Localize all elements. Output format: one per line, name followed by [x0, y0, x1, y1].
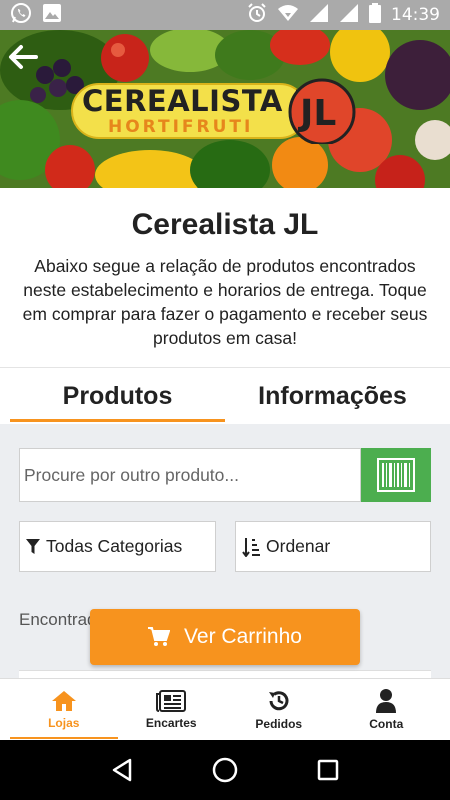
status-time: 14:39	[391, 5, 440, 25]
search-input[interactable]	[19, 448, 361, 502]
logo-badge: JL	[297, 93, 336, 134]
bottom-nav: Lojas Encartes Pedidos Conta	[0, 678, 450, 740]
home-icon	[51, 690, 76, 711]
nav-pedidos-label: Pedidos	[255, 716, 303, 731]
filter-icon	[26, 538, 40, 554]
nav-conta-label: Conta	[369, 716, 404, 731]
back-button[interactable]	[6, 42, 40, 72]
status-bar: 14:39	[0, 0, 450, 30]
view-cart-label: Ver Carrinho	[184, 625, 302, 648]
store-name: Cerealista JL	[131, 208, 319, 241]
category-filter-label: Todas Categorias	[46, 536, 183, 556]
search-row	[19, 448, 431, 502]
store-description: Abaixo segue a relação de produtos encon…	[22, 256, 428, 348]
barcode-scan-button[interactable]	[361, 448, 431, 502]
cart-icon	[148, 627, 171, 646]
nav-encartes[interactable]: Encartes	[118, 679, 226, 740]
nav-lojas[interactable]: Lojas	[10, 679, 118, 740]
square-recents-icon	[318, 759, 339, 781]
nav-pedidos[interactable]: Pedidos	[225, 679, 333, 740]
system-recents-button[interactable]	[308, 750, 348, 790]
sort-button[interactable]: Ordenar	[235, 521, 431, 572]
store-info: Cerealista JL Abaixo segue a relação de …	[0, 188, 450, 368]
logo-line2: HORTIFRUTI	[108, 117, 253, 137]
whatsapp-icon	[10, 2, 32, 29]
history-icon	[268, 690, 289, 710]
battery-icon	[369, 2, 381, 28]
circle-home-icon	[212, 757, 238, 783]
store-logo: CEREALISTA E HORTIFRUTI JL	[71, 78, 356, 144]
tab-bar: Produtos Informações	[0, 368, 450, 424]
view-cart-button[interactable]: Ver Carrinho	[90, 609, 360, 665]
nav-encartes-label: Encartes	[145, 715, 197, 730]
logo-line1: CEREALISTA E	[82, 84, 314, 118]
newspaper-icon	[156, 689, 187, 712]
image-icon	[42, 3, 62, 28]
system-home-button[interactable]	[205, 750, 245, 790]
barcode-icon	[377, 458, 415, 492]
tab-informacoes[interactable]: Informações	[225, 368, 440, 424]
triangle-back-icon	[112, 758, 131, 782]
user-icon	[376, 688, 397, 713]
sort-label: Ordenar	[266, 536, 331, 556]
nav-lojas-label: Lojas	[48, 715, 80, 730]
status-left	[10, 2, 62, 29]
back-arrow-icon	[9, 45, 38, 69]
system-nav-bar	[0, 740, 450, 800]
nav-conta[interactable]: Conta	[333, 679, 441, 740]
status-right: 14:39	[247, 2, 440, 28]
tab-produtos[interactable]: Produtos	[10, 368, 225, 424]
signal-icon	[309, 3, 329, 28]
wifi-icon	[277, 4, 299, 27]
alarm-icon	[247, 2, 267, 28]
system-back-button[interactable]	[102, 750, 142, 790]
sort-icon	[242, 537, 260, 557]
product-list-card	[19, 670, 431, 678]
category-filter-button[interactable]: Todas Categorias	[19, 521, 216, 572]
store-banner: CEREALISTA E HORTIFRUTI JL	[0, 30, 450, 188]
signal-icon	[339, 3, 359, 28]
